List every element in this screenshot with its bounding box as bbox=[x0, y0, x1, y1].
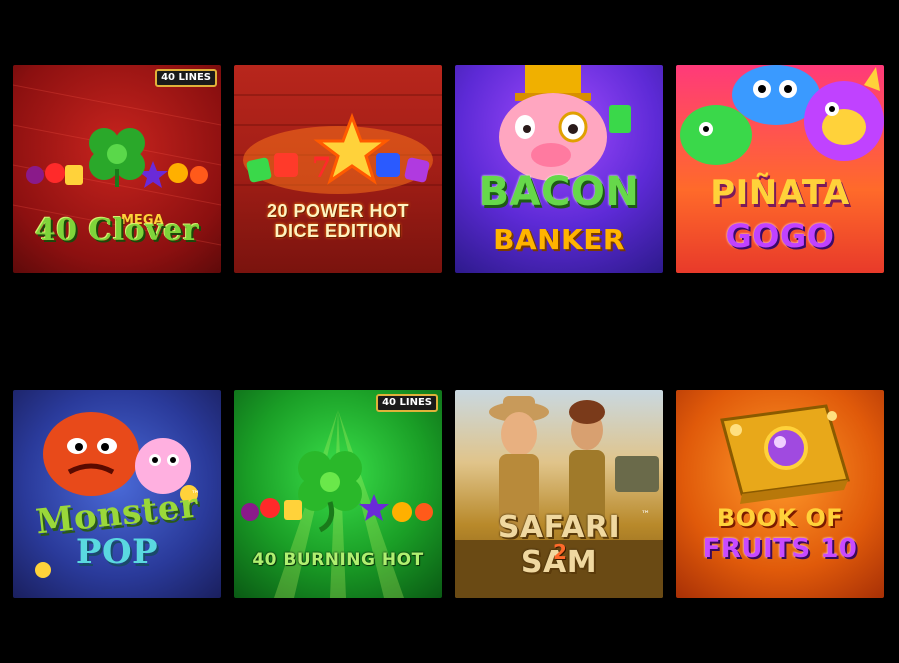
game-tile-pinata-gogo[interactable]: PIÑATA GOGO bbox=[676, 65, 884, 273]
lines-badge: 40 LINES bbox=[155, 69, 217, 87]
game-title: 40 Clover bbox=[34, 213, 200, 248]
game-tile-40-mega-clover[interactable]: 40 LINES MEGA 40 Clover bbox=[13, 65, 221, 273]
svg-text:7: 7 bbox=[312, 151, 331, 184]
title-line-1: BACON bbox=[478, 169, 640, 215]
title-line-1: 20 POWER HOT bbox=[266, 201, 410, 221]
game-title: 40 BURNING HOT bbox=[252, 550, 424, 570]
book-artwork bbox=[720, 404, 850, 504]
game-tile-20-power-hot-dice[interactable]: 7 20 POWER HOT DICE EDITION bbox=[234, 65, 442, 273]
title-number: 2 bbox=[553, 540, 567, 564]
trademark: ™ bbox=[191, 490, 200, 500]
lines-badge: 40 LINES bbox=[376, 394, 438, 412]
title-line-2: BANKER bbox=[493, 223, 625, 256]
game-tile-book-of-fruits-10[interactable]: BOOK OF FRUITS 10 bbox=[676, 390, 884, 598]
game-title: 20 POWER HOT DICE EDITION bbox=[234, 201, 442, 241]
title-line-2: FRUITS 10 bbox=[702, 534, 858, 564]
game-tile-40-burning-hot[interactable]: 40 LINES 40 BURNING HOT bbox=[234, 390, 442, 598]
game-tile-bacon-banker[interactable]: BACON BANKER bbox=[455, 65, 663, 273]
title-line-2: DICE EDITION bbox=[274, 221, 402, 241]
title-line-1: BOOK OF bbox=[716, 504, 844, 532]
game-tile-monster-pop[interactable]: Monster POP ™ bbox=[13, 390, 221, 598]
trademark: ™ bbox=[641, 510, 650, 520]
game-tile-safari-sam-2[interactable]: SAFARI SAM 2 ™ bbox=[455, 390, 663, 598]
game-grid: 40 LINES MEGA 40 Clover 7 20 POWER HOT D… bbox=[0, 0, 899, 663]
title-line-2: POP bbox=[75, 532, 159, 572]
title-line-1: PIÑATA bbox=[710, 173, 850, 213]
title-line-2: GOGO bbox=[725, 217, 835, 255]
star-dice-artwork: 7 bbox=[234, 94, 442, 194]
